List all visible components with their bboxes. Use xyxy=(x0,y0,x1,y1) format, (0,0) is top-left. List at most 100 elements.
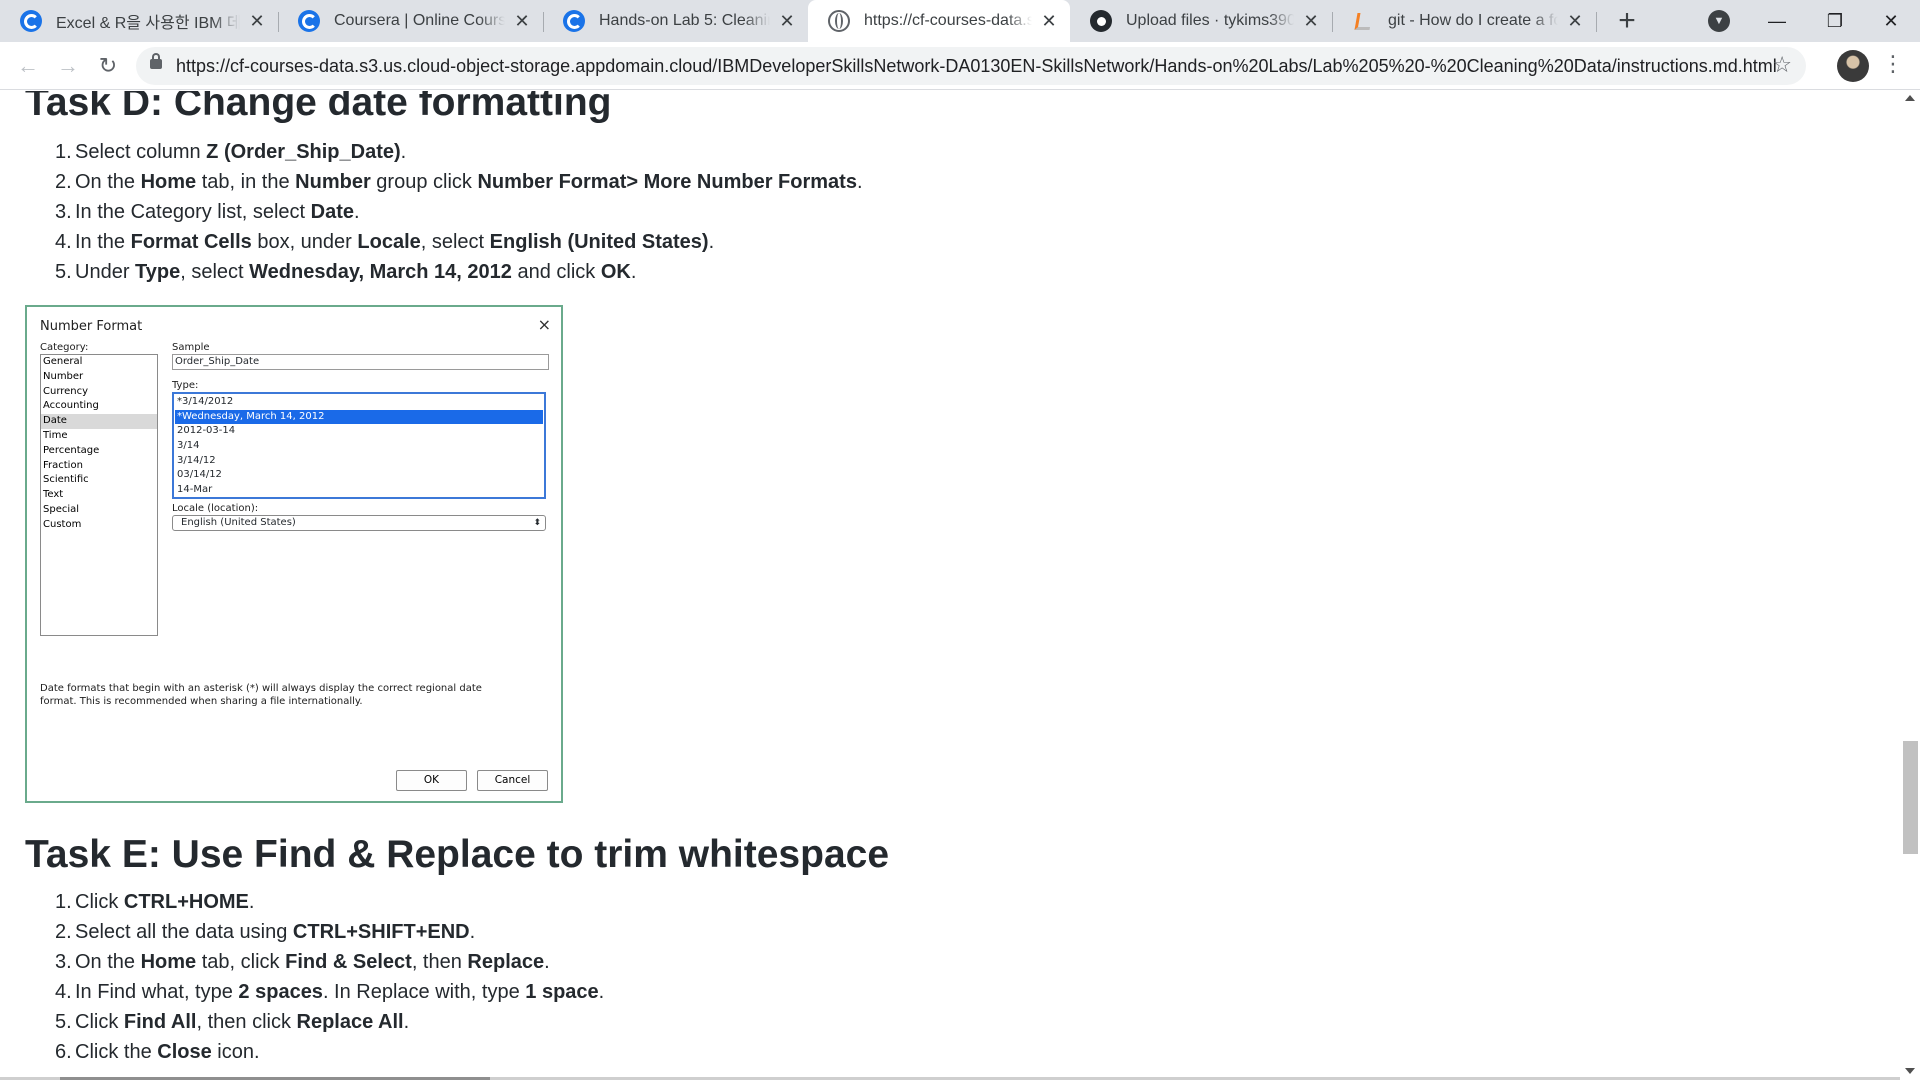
step-text: and click xyxy=(511,261,601,283)
step-bold-text: Z (Order_Ship_Date) xyxy=(206,141,401,163)
close-window-button[interactable]: ✕ xyxy=(1862,0,1920,42)
step-text: . xyxy=(630,261,637,283)
step-bold-text: Replace xyxy=(467,951,545,973)
step-text: On the xyxy=(75,171,141,193)
step-text: Click the xyxy=(75,1041,158,1063)
step-text: Under xyxy=(75,261,136,283)
minimize-button[interactable]: — xyxy=(1748,0,1806,42)
step-text: tab, in the xyxy=(196,171,296,193)
scroll-down-arrow-icon[interactable] xyxy=(1905,1068,1915,1074)
ok-button: OK xyxy=(396,770,467,791)
step-bold-text: Wednesday, March 14, 2012 xyxy=(249,261,512,283)
tab-separator xyxy=(1596,12,1597,32)
close-icon[interactable]: ✕ xyxy=(1302,11,1320,32)
lock-icon[interactable] xyxy=(150,53,162,69)
tab-title: git - How do I create a fol xyxy=(1388,12,1558,29)
forward-button[interactable]: → xyxy=(52,50,84,82)
type-item: 2012-03-14 xyxy=(177,425,236,437)
bookmark-star-icon[interactable]: ☆ xyxy=(1772,52,1792,78)
task-e-heading: Task E: Use Find & Replace to trim white… xyxy=(25,833,890,876)
task-d-heading: Task D: Change date formatting xyxy=(25,91,612,124)
maximize-button[interactable]: ❐ xyxy=(1806,0,1864,42)
task-d-step-4: 4. In the Format Cells box, under Locale,… xyxy=(55,231,715,253)
back-button[interactable]: ← xyxy=(12,50,44,82)
step-text: . xyxy=(248,891,255,913)
category-item: Scientific xyxy=(43,474,89,486)
sample-label: Sample xyxy=(172,342,210,353)
tab-title: https://cf-courses-data.s3.us xyxy=(864,12,1032,29)
tab-title: Upload files · tykims3901/l xyxy=(1126,12,1294,29)
close-icon[interactable]: ✕ xyxy=(248,11,266,32)
category-label: Category: xyxy=(40,342,89,353)
tab-search-icon[interactable]: ▼ xyxy=(1708,10,1730,32)
step-text: icon. xyxy=(211,1041,260,1063)
updown-arrow-icon: ⬍ xyxy=(533,518,541,528)
profile-avatar[interactable] xyxy=(1837,50,1869,82)
github-icon xyxy=(1090,10,1112,32)
step-text: . xyxy=(469,921,476,943)
step-bold-text: 1 space xyxy=(525,981,599,1003)
type-item: 14-Mar xyxy=(177,484,213,496)
category-item: Custom xyxy=(43,518,82,530)
locale-label: Locale (location): xyxy=(172,503,259,514)
step-bold-text: OK xyxy=(600,261,631,283)
stackoverflow-icon xyxy=(1352,10,1374,32)
step-text: box, under xyxy=(251,231,358,253)
locale-select: English (United States) ⬍ xyxy=(172,515,546,531)
category-item: General xyxy=(43,356,83,367)
category-item: Percentage xyxy=(43,444,100,456)
dialog-note: Date formats that begin with an asterisk… xyxy=(40,683,482,707)
tab-stackoverflow-git[interactable]: git - How do I create a fol ✕ xyxy=(1332,0,1596,42)
task-e-step-2: 2. Select all the data using CTRL+SHIFT+E… xyxy=(55,921,476,943)
reload-button[interactable]: ↻ xyxy=(92,50,124,82)
address-bar[interactable]: https://cf-courses-data.s3.us.cloud-obje… xyxy=(136,47,1806,85)
step-text: . xyxy=(354,201,360,223)
close-icon[interactable]: ✕ xyxy=(1040,11,1058,32)
type-item: *3/14/2012 xyxy=(177,396,234,407)
step-text: . xyxy=(708,231,715,253)
step-bold-text: Number xyxy=(295,171,371,193)
coursera-icon xyxy=(563,10,585,32)
category-item: Fraction xyxy=(43,459,83,471)
tab-cf-courses-data[interactable]: https://cf-courses-data.s3.us ✕ xyxy=(808,0,1070,42)
page-scrollbar[interactable] xyxy=(1900,91,1920,1080)
scroll-up-arrow-icon[interactable] xyxy=(1905,95,1915,101)
tab-github-upload[interactable]: Upload files · tykims3901/l ✕ xyxy=(1070,0,1332,42)
task-e-step-3: 3. On the Home tab, click Find & Select, … xyxy=(55,951,550,973)
step-bold-text: Format Cells xyxy=(130,231,252,253)
step-text: , select xyxy=(180,261,250,283)
type-label: Type: xyxy=(172,380,199,391)
step-bold-text: Home xyxy=(140,951,197,973)
task-e-step-1: 1. Click CTRL+HOME. xyxy=(55,891,255,913)
tab-excel-r[interactable]: Excel & R을 사용한 IBM 데 ✕ xyxy=(0,0,278,42)
tab-hands-on-lab[interactable]: Hands-on Lab 5: Cleaning ✕ xyxy=(543,0,808,42)
dialog-title: Number Format xyxy=(40,319,143,334)
locale-value: English (United States) xyxy=(181,517,296,528)
category-item: Date xyxy=(41,414,157,429)
tab-coursera[interactable]: Coursera | Online Courses ✕ xyxy=(278,0,543,42)
close-icon[interactable]: ✕ xyxy=(778,11,796,32)
step-text: . xyxy=(400,141,407,163)
close-icon[interactable]: ✕ xyxy=(513,11,531,32)
step-text: Click xyxy=(75,891,124,913)
step-bold-text: Date xyxy=(310,201,355,223)
step-text: . xyxy=(598,981,605,1003)
number-format-dialog-image: Number Format × Category: General Number C… xyxy=(25,305,563,803)
step-text: In the xyxy=(75,231,131,253)
step-text: In the Category list, select xyxy=(75,201,311,223)
step-text: , then click xyxy=(196,1011,297,1033)
sample-box: Order_Ship_Date xyxy=(172,354,549,370)
step-text: Select all the data using xyxy=(75,921,293,943)
task-d-step-2: 2. On the Home tab, in the Number group c… xyxy=(55,171,863,193)
task-d-step-3: 3. In the Category list, select Date. xyxy=(55,201,360,223)
step-bold-text: Find & Select xyxy=(285,951,412,973)
step-text: tab, click xyxy=(196,951,286,973)
task-e-step-4: 4. In Find what, type 2 spaces. In Replac… xyxy=(55,981,605,1003)
browser-menu-icon[interactable]: ⋮ xyxy=(1882,51,1904,77)
new-tab-button[interactable]: + xyxy=(1610,4,1644,38)
category-item: Time xyxy=(43,429,68,441)
globe-icon xyxy=(828,10,850,32)
close-icon[interactable]: ✕ xyxy=(1566,11,1584,32)
scroll-thumb[interactable] xyxy=(1903,741,1918,854)
step-text: Select column xyxy=(75,141,207,163)
